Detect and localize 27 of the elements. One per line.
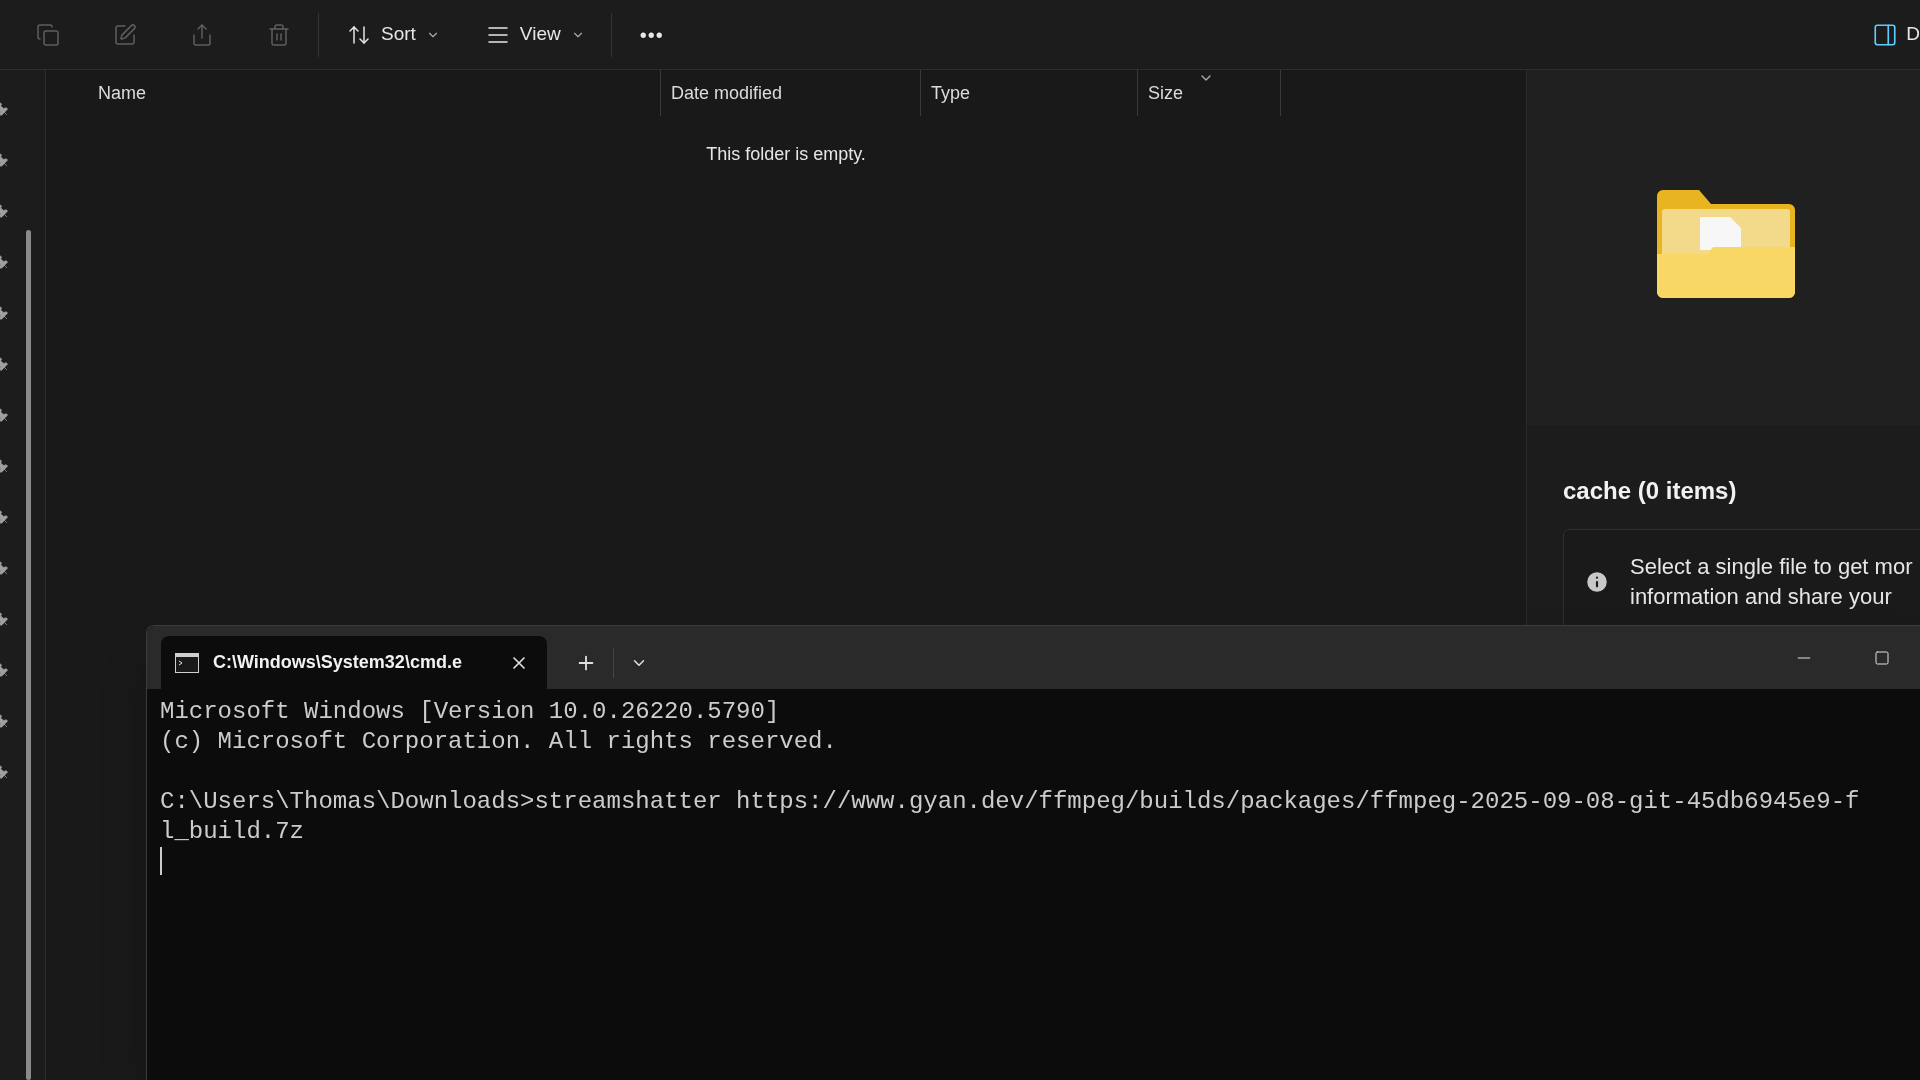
info-message: Select a single file to get mor information and share your [1630, 553, 1913, 611]
empty-folder-message: This folder is empty. [706, 143, 866, 166]
rename-icon [113, 22, 137, 47]
terminal-icon [175, 652, 199, 673]
toolbar-menu-button[interactable]: Sort [339, 14, 448, 55]
folder-title: cache (0 items) [1563, 476, 1738, 506]
folder-icon [1657, 190, 1795, 298]
copy-icon [36, 22, 60, 47]
delete-icon [267, 22, 291, 47]
tab-title: C:\Windows\System32\cmd.e [213, 651, 462, 674]
terminal-tab[interactable]: C:\Windows\System32\cmd.e [161, 636, 547, 689]
terminal-line: (c) Microsoft Corporation. All rights reserved. [160, 727, 837, 757]
column-header[interactable]: Name [46, 70, 660, 116]
terminal-line: Microsoft Windows [Version 10.0.26220.5790] [160, 697, 780, 727]
terminal-line: l_build.7z [160, 817, 305, 847]
details-label[interactable]: D [1906, 20, 1920, 49]
scrollbar[interactable] [26, 230, 31, 1080]
maximize-icon[interactable] [1874, 649, 1890, 666]
toolbar-menu-button[interactable]: View [477, 14, 593, 55]
column-header[interactable]: Size [1137, 70, 1281, 116]
share-icon [190, 22, 214, 47]
column-header[interactable]: Date modified [660, 70, 920, 116]
info-icon [1584, 569, 1610, 595]
column-header[interactable]: Type [920, 70, 1137, 116]
details-pane-icon[interactable] [1872, 21, 1899, 48]
more-button[interactable]: ••• [631, 14, 672, 55]
terminal-line: C:\Users\Thomas\Downloads>streamshatter https://www.gyan.dev/ffmpeg/builds/packages/ffmpeg-2025-09-08-git-45db6945e9-f [160, 787, 1860, 817]
